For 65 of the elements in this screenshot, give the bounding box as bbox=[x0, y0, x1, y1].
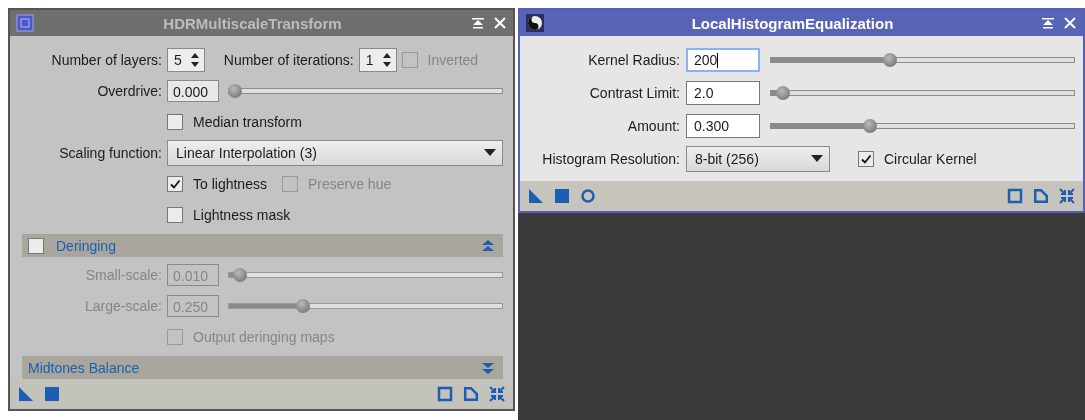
checkbox-label: Lightness mask bbox=[193, 206, 291, 223]
triangle-icon[interactable] bbox=[528, 188, 544, 204]
slider-handle[interactable] bbox=[883, 53, 898, 67]
checkbox[interactable] bbox=[167, 113, 183, 130]
pin-icon[interactable] bbox=[1041, 16, 1055, 30]
checkbox-label: Circular Kernel bbox=[884, 151, 977, 167]
field-label: Number of iterations: bbox=[223, 51, 354, 68]
number-field[interactable]: 2.0 bbox=[686, 81, 760, 105]
number-field[interactable]: 0.000 bbox=[167, 79, 219, 102]
slider[interactable] bbox=[770, 86, 1075, 100]
caret-icon bbox=[484, 148, 496, 157]
slider-handle[interactable] bbox=[228, 83, 242, 98]
field-label: Overdrive: bbox=[96, 82, 162, 99]
field-label: Number of layers: bbox=[50, 51, 162, 68]
number-field[interactable]: 200 bbox=[686, 48, 760, 72]
collapse-icon[interactable] bbox=[481, 238, 495, 253]
collapse-arrows-icon[interactable] bbox=[1059, 188, 1075, 204]
checkbox-label: Preserve hue bbox=[307, 175, 392, 192]
slider[interactable] bbox=[770, 119, 1075, 133]
expand-icon[interactable] bbox=[481, 360, 495, 375]
checkbox[interactable] bbox=[167, 175, 183, 192]
field-label: Large-scale: bbox=[83, 297, 162, 314]
collapse-arrows-icon[interactable] bbox=[489, 386, 505, 402]
caret-icon bbox=[811, 155, 823, 163]
triangle-icon[interactable] bbox=[18, 386, 34, 402]
number-field[interactable]: 0.300 bbox=[686, 114, 760, 138]
checkbox-label: Output deringing maps bbox=[193, 328, 335, 345]
slider[interactable] bbox=[228, 83, 503, 98]
slider-handle[interactable] bbox=[775, 86, 790, 100]
square-outline-icon[interactable] bbox=[437, 386, 453, 402]
square-icon[interactable] bbox=[554, 188, 570, 204]
document-icon[interactable] bbox=[463, 386, 479, 402]
close-icon[interactable] bbox=[493, 16, 507, 30]
circle-icon[interactable] bbox=[580, 188, 596, 204]
spin-box[interactable]: 1 bbox=[358, 47, 397, 72]
field-label: Small-scale: bbox=[84, 266, 162, 283]
slider[interactable] bbox=[770, 53, 1075, 67]
field-label: Scaling function: bbox=[58, 144, 162, 161]
checkbox[interactable] bbox=[28, 237, 44, 254]
checkbox-label: Inverted bbox=[427, 51, 479, 68]
field-label: Histogram Resolution: bbox=[541, 151, 680, 167]
dropdown[interactable]: Linear Interpolation (3) bbox=[167, 139, 503, 166]
field-label: Amount: bbox=[626, 118, 680, 134]
field-label: Contrast Limit: bbox=[588, 85, 680, 101]
checkbox-label: To lightness bbox=[193, 175, 267, 192]
spin-box[interactable]: 5 bbox=[167, 47, 205, 72]
slider[interactable] bbox=[228, 298, 503, 313]
checkbox[interactable] bbox=[858, 151, 874, 167]
close-icon[interactable] bbox=[1063, 16, 1077, 30]
slider-handle[interactable] bbox=[863, 119, 878, 133]
window-icon bbox=[526, 14, 544, 32]
checkbox[interactable] bbox=[167, 206, 183, 223]
window-title: HDRMultiscaleTransform bbox=[162, 14, 343, 32]
square-outline-icon[interactable] bbox=[1007, 188, 1023, 204]
window-title: LocalHistogramEqualization bbox=[690, 14, 895, 32]
square-icon[interactable] bbox=[44, 386, 60, 402]
section-title: Deringing bbox=[56, 237, 116, 254]
document-icon[interactable] bbox=[1033, 188, 1049, 204]
pin-icon[interactable] bbox=[471, 16, 485, 30]
section-title: Midtones Balance bbox=[28, 359, 140, 376]
field-label: Kernel Radius: bbox=[587, 52, 680, 68]
slider[interactable] bbox=[228, 267, 503, 282]
dropdown[interactable]: 8-bit (256) bbox=[686, 146, 830, 172]
checkbox-label: Median transform bbox=[193, 113, 302, 130]
window-icon bbox=[16, 14, 34, 32]
